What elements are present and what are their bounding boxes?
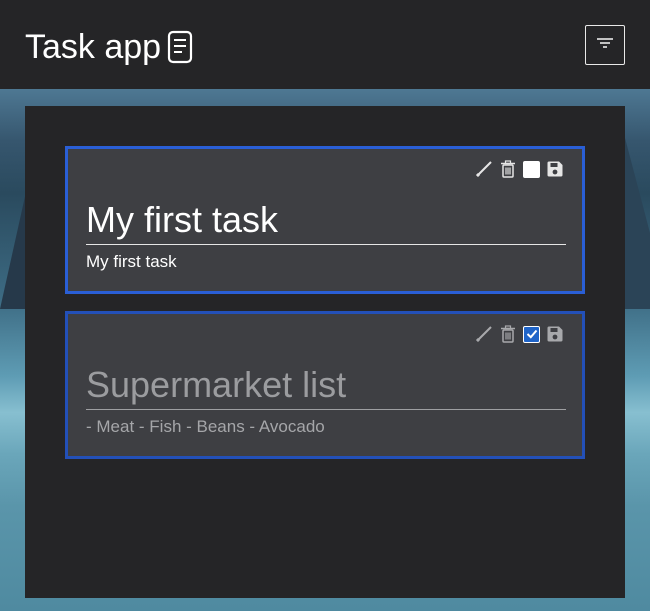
task-card: Supermarket list - Meat - Fish - Beans -… (65, 311, 585, 459)
task-card: My first task My first task (65, 146, 585, 294)
trash-icon[interactable] (499, 160, 517, 178)
task-actions (475, 325, 564, 343)
task-actions (475, 160, 564, 178)
filter-lines-icon (595, 36, 615, 55)
task-description: My first task (86, 252, 177, 271)
task-title: Supermarket list (86, 363, 566, 410)
document-icon (167, 30, 193, 64)
check-icon (526, 329, 537, 339)
task-description: - Meat - Fish - Beans - Avocado (86, 417, 325, 436)
edit-icon[interactable] (475, 325, 493, 343)
app-title-text: Task app (25, 28, 162, 66)
save-icon[interactable] (546, 325, 564, 343)
task-list-panel: My first task My first task Supermarket … (25, 106, 625, 598)
complete-checkbox[interactable] (523, 160, 540, 178)
app-title: Task app (25, 27, 193, 67)
task-title: My first task (86, 198, 566, 245)
edit-icon[interactable] (475, 160, 493, 178)
filter-menu-button[interactable] (585, 25, 625, 65)
top-bar: Task app (0, 0, 650, 89)
complete-checkbox[interactable] (523, 325, 540, 343)
save-icon[interactable] (546, 160, 564, 178)
trash-icon[interactable] (499, 325, 517, 343)
